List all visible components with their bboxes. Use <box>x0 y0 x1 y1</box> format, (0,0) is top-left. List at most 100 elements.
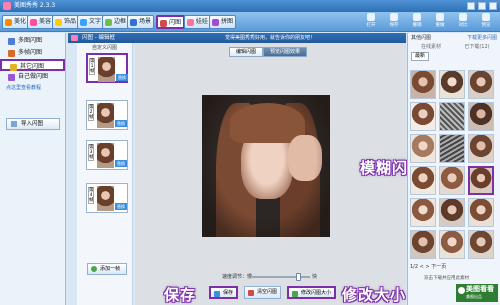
clear-flash-button[interactable]: 清空闪图 <box>244 286 282 299</box>
material-thumbnail[interactable] <box>410 134 436 163</box>
tab-beauty[interactable]: 美容 <box>27 15 55 29</box>
frame-thumbnail <box>97 186 114 211</box>
sidebar-item-multi-image[interactable]: 多图闪图 <box>0 35 65 47</box>
open-tool[interactable]: 打开 <box>363 13 379 28</box>
material-thumbnail[interactable] <box>468 70 494 99</box>
save-icon <box>214 291 220 297</box>
diy-flash-icon <box>8 74 15 81</box>
material-thumbnail[interactable] <box>468 102 494 131</box>
title-bar: 美图秀秀 2.3.3 <box>0 0 500 12</box>
clear-icon <box>248 290 254 296</box>
resize-annotation: 修改大小 <box>342 286 407 304</box>
resize-flash-button[interactable]: 修改闪图大小 <box>287 286 337 299</box>
tab-downloaded-material[interactable]: 已下载(12) <box>454 43 500 51</box>
frame-list-header: 自定义闪图 <box>91 45 117 51</box>
frame-number: 第1帧 <box>89 58 95 75</box>
right-tools: 打开 保存 撤销 重做 对比 预览 <box>363 13 494 28</box>
material-thumbnail[interactable] <box>439 198 465 227</box>
category-sidebar: 多图闪图 多帧闪图 其它闪图 自己做闪图 点这里查看教程 导入闪图 <box>0 33 66 305</box>
tab-border[interactable]: 边框 <box>102 15 130 29</box>
replace-button[interactable]: 替换 <box>115 120 127 127</box>
sort-select[interactable]: 最新 <box>411 52 430 61</box>
tutorial-link[interactable]: 点这里查看教程 <box>0 83 65 93</box>
add-icon <box>91 266 97 272</box>
multi-image-icon <box>8 38 15 45</box>
download-more-link[interactable]: 下载更多闪图 <box>467 33 497 43</box>
preview-photo <box>202 95 330 237</box>
editor-title: 闪图 - 编辑框 <box>82 35 115 41</box>
add-frame-button[interactable]: 添加一帧 <box>87 263 127 275</box>
material-thumbnail[interactable] <box>410 102 436 131</box>
app-logo-icon <box>3 2 11 10</box>
material-thumbnail[interactable] <box>439 230 465 259</box>
save-annotation: 保存 <box>164 286 197 304</box>
sort-control: 最新 <box>408 51 500 61</box>
text-icon <box>80 19 87 26</box>
material-thumbnail[interactable] <box>439 102 465 131</box>
sidebar-item-multi-frame[interactable]: 多帧闪图 <box>0 47 65 59</box>
frame-item[interactable]: 第1帧 替换 <box>86 53 128 83</box>
frame-number: 第3帧 <box>88 144 94 161</box>
preview-tool[interactable]: 预览 <box>478 13 494 28</box>
material-thumbnail[interactable] <box>410 198 436 227</box>
frame-number: 第2帧 <box>88 104 94 121</box>
frame-item[interactable]: 第3帧 替换 <box>86 140 128 170</box>
frame-item[interactable]: 第2帧 替换 <box>86 100 128 130</box>
frame-thumbnail <box>97 103 114 128</box>
tab-beautify[interactable]: 美化 <box>2 15 30 29</box>
save-tool[interactable]: 保存 <box>386 13 402 28</box>
beautify-icon <box>5 19 12 26</box>
sidebar-item-other[interactable]: 其它闪图 <box>0 59 65 71</box>
sidebar-item-diy[interactable]: 自己做闪图 <box>0 71 65 83</box>
material-pager[interactable]: 1/2 < > 下一页 <box>410 263 446 270</box>
meitu-viewer-ad[interactable]: 美图看看 美图出品 <box>456 284 498 302</box>
minimize-button[interactable] <box>467 2 475 10</box>
save-button[interactable]: 保存 <box>209 286 239 299</box>
close-button[interactable] <box>489 2 497 10</box>
material-thumbnail[interactable] <box>468 230 494 259</box>
tab-flash[interactable]: 闪图 <box>156 15 186 29</box>
material-thumbnail[interactable] <box>468 134 494 163</box>
material-thumbnail[interactable] <box>410 230 436 259</box>
material-grid <box>410 70 495 259</box>
view-tabs: 编辑闪图 预览闪图效果 <box>229 47 308 57</box>
resize-icon <box>292 291 298 297</box>
scene-icon <box>130 19 137 26</box>
material-thumbnail[interactable] <box>468 198 494 227</box>
material-thumbnail[interactable] <box>439 166 465 195</box>
speed-slider-track[interactable] <box>252 276 310 278</box>
material-thumbnail[interactable] <box>410 70 436 99</box>
material-thumbnail[interactable] <box>410 166 436 195</box>
replace-button[interactable]: 替换 <box>115 160 127 167</box>
material-thumbnail[interactable] <box>439 70 465 99</box>
open-icon <box>367 13 375 21</box>
tab-preview-flash[interactable]: 预览闪图效果 <box>263 47 308 57</box>
doll-icon <box>187 19 194 26</box>
replace-button[interactable]: 替换 <box>116 74 128 81</box>
replace-button[interactable]: 替换 <box>115 203 127 210</box>
tab-edit-flash[interactable]: 编辑闪图 <box>229 47 264 57</box>
ornament-icon <box>55 19 62 26</box>
material-source-tabs: 在线素材 已下载(12) <box>408 43 500 51</box>
frame-thumbnail <box>98 57 115 82</box>
redo-tool[interactable]: 重做 <box>432 13 448 28</box>
maximize-button[interactable] <box>478 2 486 10</box>
tab-doll[interactable]: 娃娃 <box>184 15 212 29</box>
tab-puzzle[interactable]: 拼图 <box>209 15 237 29</box>
tab-scene[interactable]: 场景 <box>127 15 155 29</box>
material-thumbnail-selected[interactable] <box>468 166 494 195</box>
share-banner[interactable]: 觉得美图秀秀好用，就告诉你的朋友吧！ <box>225 33 315 43</box>
speed-label: 速度调节：慢 <box>222 274 253 280</box>
undo-tool[interactable]: 撤销 <box>409 13 425 28</box>
compare-icon <box>459 13 467 21</box>
material-thumbnail[interactable] <box>439 134 465 163</box>
speed-slider-handle[interactable] <box>296 273 302 281</box>
viewer-logo-icon <box>458 287 465 294</box>
tab-text[interactable]: 文字 <box>77 15 105 29</box>
tab-online-material[interactable]: 在线素材 <box>408 43 454 51</box>
tab-ornament[interactable]: 饰品 <box>52 15 80 29</box>
other-flash-icon <box>10 64 17 71</box>
import-flash-button[interactable]: 导入闪图 <box>6 118 60 130</box>
compare-tool[interactable]: 对比 <box>455 13 471 28</box>
frame-item[interactable]: 第4帧 替换 <box>86 183 128 213</box>
